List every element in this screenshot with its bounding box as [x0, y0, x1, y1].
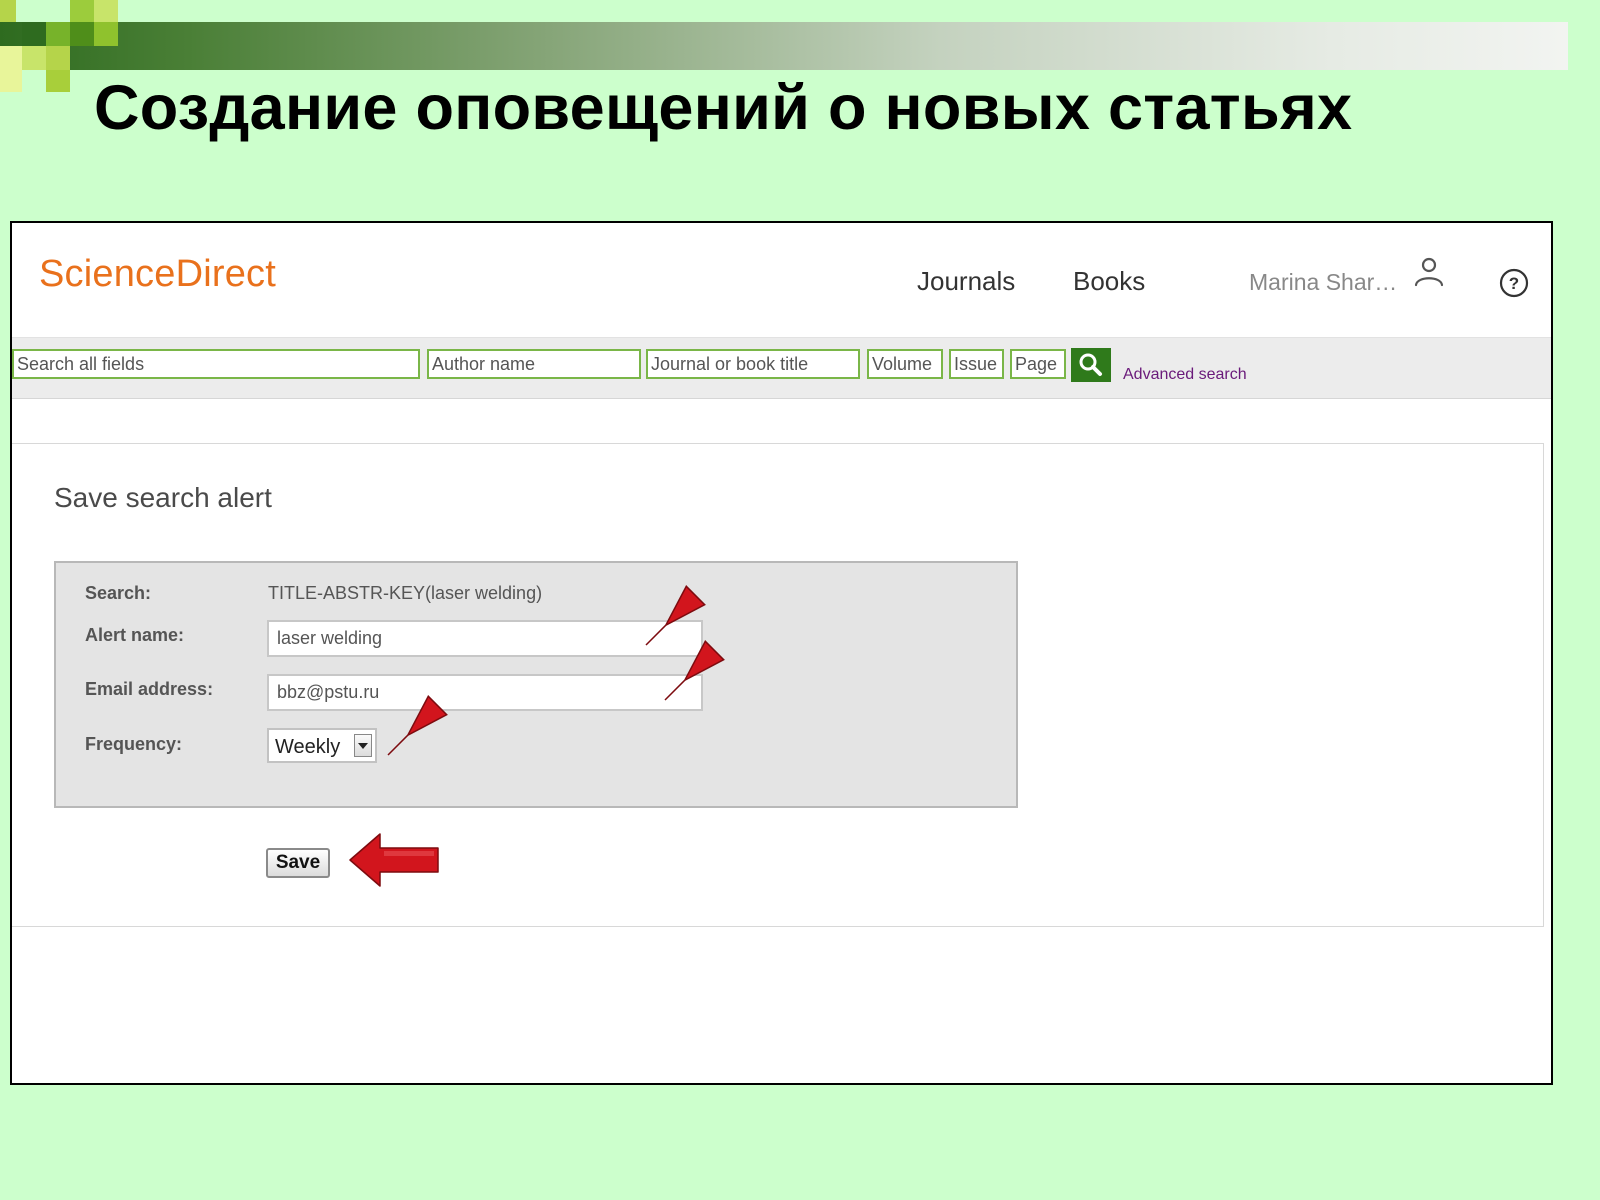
search-label: Search: — [85, 583, 152, 603]
frequency-selected-value: Weekly — [275, 736, 341, 758]
page-input[interactable] — [1010, 349, 1066, 379]
help-circle-icon[interactable]: ? — [1498, 267, 1530, 304]
slide-decor-square — [94, 22, 118, 46]
slide-decor-square — [46, 46, 70, 70]
person-icon[interactable] — [1412, 255, 1446, 294]
advanced-search-link[interactable]: Advanced search — [1123, 366, 1247, 384]
journal-title-input[interactable] — [646, 349, 860, 379]
slide-decor-square — [70, 22, 94, 46]
issue-input[interactable] — [949, 349, 1004, 379]
quick-search-bar: Advanced search — [12, 337, 1551, 399]
save-button[interactable]: Save — [266, 848, 330, 878]
slide-decor-square — [0, 0, 16, 22]
slide-header-band — [0, 22, 1568, 70]
search-query-value: TITLE-ABSTR-KEY(laser welding) — [268, 583, 543, 603]
screenshot-panel: ScienceDirect Journals Books Marina Shar… — [10, 221, 1553, 1085]
slide-decor-square — [22, 22, 46, 46]
user-name[interactable]: Marina Shar… — [1249, 269, 1397, 296]
arrow-icon — [349, 833, 439, 887]
slide-decor-square — [46, 22, 70, 46]
author-name-input[interactable] — [427, 349, 641, 379]
chevron-down-icon[interactable] — [354, 734, 372, 757]
frequency-select[interactable]: Weekly — [267, 728, 377, 763]
nav-books[interactable]: Books — [1073, 266, 1145, 297]
email-address-label: Email address: — [85, 679, 214, 699]
sciencedirect-logo[interactable]: ScienceDirect — [39, 253, 276, 296]
slide-decor-square — [46, 70, 70, 92]
slide-title: Создание оповещений о новых статьях — [94, 73, 1353, 143]
volume-input[interactable] — [867, 349, 943, 379]
slide-decor-square — [22, 46, 46, 70]
alert-form: Search: TITLE-ABSTR-KEY(laser welding) A… — [54, 561, 1018, 808]
slide-decor-square — [0, 46, 22, 92]
slide-decor-square — [94, 0, 118, 22]
search-all-fields-input[interactable] — [12, 349, 420, 379]
alert-name-field[interactable] — [267, 620, 703, 657]
page-heading: Save search alert — [54, 482, 272, 513]
search-button[interactable] — [1071, 348, 1111, 382]
nav-journals[interactable]: Journals — [917, 266, 1015, 297]
slide-decor-square — [70, 0, 94, 22]
search-icon — [1079, 353, 1102, 376]
arrow-icon — [664, 640, 725, 701]
svg-text:?: ? — [1509, 274, 1519, 293]
frequency-label: Frequency: — [85, 734, 183, 754]
email-address-field[interactable] — [267, 674, 703, 711]
alert-name-label: Alert name: — [85, 625, 185, 645]
arrow-icon — [387, 695, 448, 756]
